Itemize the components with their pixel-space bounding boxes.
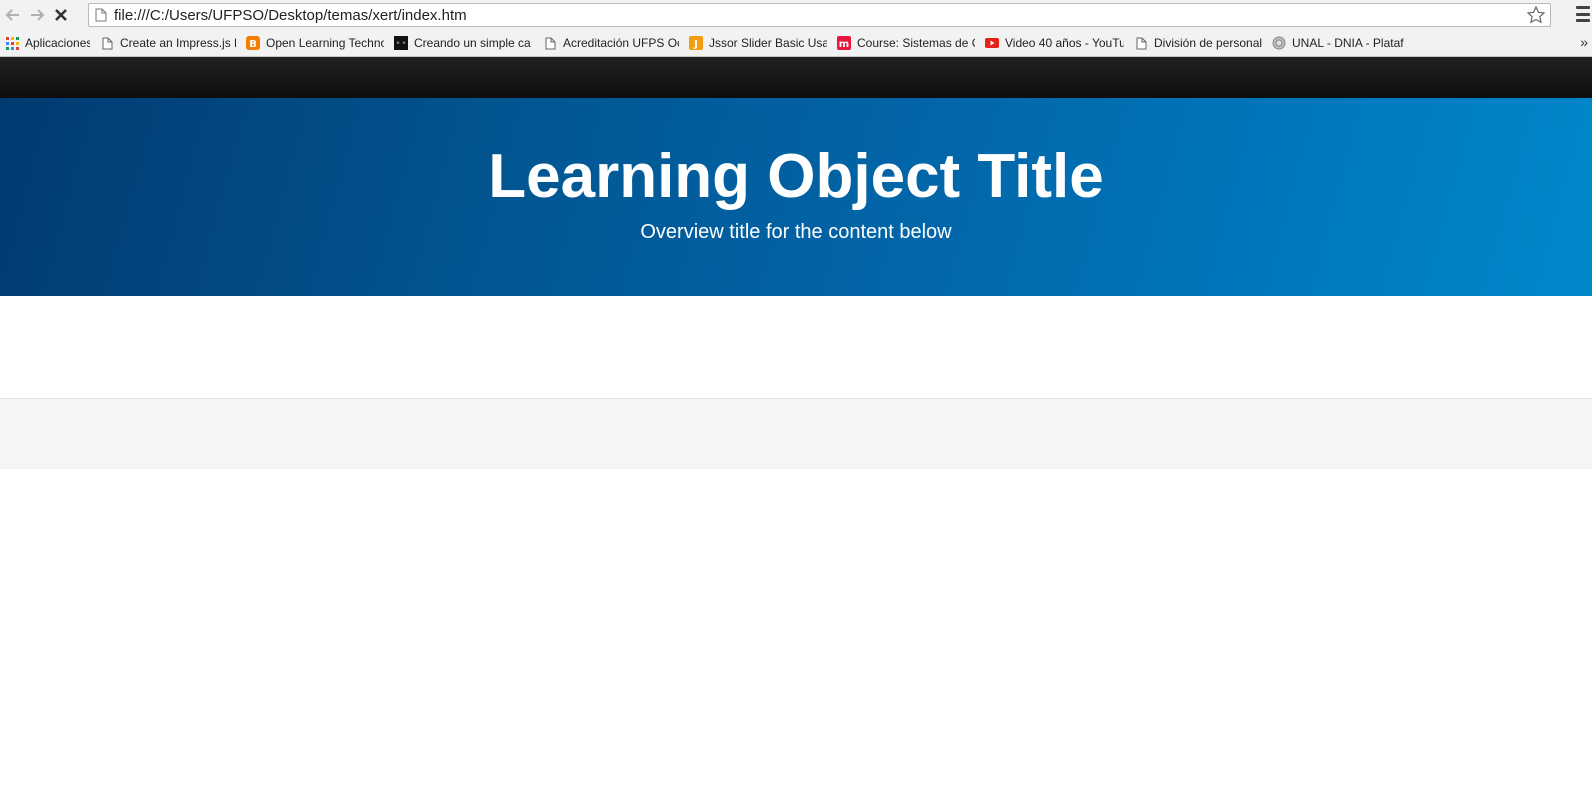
svg-text:J: J: [693, 39, 698, 50]
address-bar[interactable]: file:///C:/Users/UFPSO/Desktop/temas/xer…: [88, 3, 1551, 27]
forward-button[interactable]: [26, 4, 48, 26]
bookmark-label: Create an Impress.js P: [120, 36, 236, 50]
menu-button[interactable]: [1576, 6, 1590, 22]
page-subtitle: Overview title for the content below: [640, 221, 952, 243]
bookmark-item[interactable]: B Open Learning Techno: [241, 33, 389, 53]
jssor-icon: J: [689, 36, 703, 50]
moodle-icon: m: [837, 36, 851, 50]
page-icon: [100, 36, 114, 50]
hamburger-icon-bar: [1576, 12, 1590, 16]
unal-icon: [1272, 36, 1286, 50]
bookmark-item[interactable]: J Jssor Slider Basic Usag: [684, 33, 832, 53]
bookmark-item[interactable]: Video 40 años - YouTu: [980, 33, 1129, 53]
bookmark-item[interactable]: Create an Impress.js P: [95, 33, 241, 53]
svg-text:m: m: [839, 39, 849, 50]
footer: [0, 398, 1592, 469]
more-bookmarks-button[interactable]: »: [1580, 34, 1588, 50]
bookmark-item[interactable]: Acreditación UFPS Oc: [538, 33, 684, 53]
svg-text:B: B: [249, 39, 257, 50]
bookmark-item[interactable]: Creando un simple ca: [389, 33, 538, 53]
url-text: file:///C:/Users/UFPSO/Desktop/temas/xer…: [114, 6, 467, 24]
back-button[interactable]: [2, 4, 24, 26]
bookmark-label: Video 40 años - YouTu: [1005, 36, 1124, 50]
blogger-icon: B: [246, 36, 260, 50]
arrow-right-icon: [31, 9, 45, 21]
hero-banner: Learning Object Title Overview title for…: [0, 98, 1592, 296]
bookmark-item[interactable]: División de personal: [1129, 33, 1267, 53]
page-icon: [95, 8, 107, 22]
top-navbar: [0, 57, 1592, 98]
bookmark-label: Open Learning Techno: [266, 36, 384, 50]
bookmark-label: Jssor Slider Basic Usag: [709, 36, 827, 50]
page-icon: [543, 36, 557, 50]
bookmark-item[interactable]: Aplicaciones: [0, 33, 95, 53]
bookmark-label: UNAL - DNIA - Platafo: [1292, 36, 1404, 50]
hamburger-icon-bar: [1576, 6, 1590, 9]
browser-toolbar: file:///C:/Users/UFPSO/Desktop/temas/xer…: [0, 0, 1592, 30]
arrow-left-icon: [5, 9, 19, 21]
bookmarks-bar: Aplicaciones Create an Impress.js P B Op…: [0, 30, 1592, 57]
close-icon: [55, 9, 67, 21]
star-icon[interactable]: [1526, 5, 1546, 25]
dark-site-icon: [394, 36, 408, 50]
bookmark-label: Course: Sistemas de G: [857, 36, 975, 50]
page-title: Learning Object Title: [488, 142, 1104, 211]
youtube-icon: [985, 36, 999, 50]
bookmark-label: División de personal: [1154, 36, 1262, 50]
bookmark-item[interactable]: UNAL - DNIA - Platafo: [1267, 33, 1409, 53]
hamburger-icon-bar: [1576, 19, 1590, 22]
stop-button[interactable]: [50, 4, 72, 26]
apps-grid-icon: [5, 36, 19, 50]
bookmark-label: Creando un simple ca: [414, 36, 531, 50]
bookmark-label: Acreditación UFPS Oc: [563, 36, 679, 50]
content-area: [0, 296, 1592, 398]
bookmark-label: Aplicaciones: [25, 36, 90, 50]
bookmark-item[interactable]: m Course: Sistemas de G: [832, 33, 980, 53]
page-icon: [1134, 36, 1148, 50]
